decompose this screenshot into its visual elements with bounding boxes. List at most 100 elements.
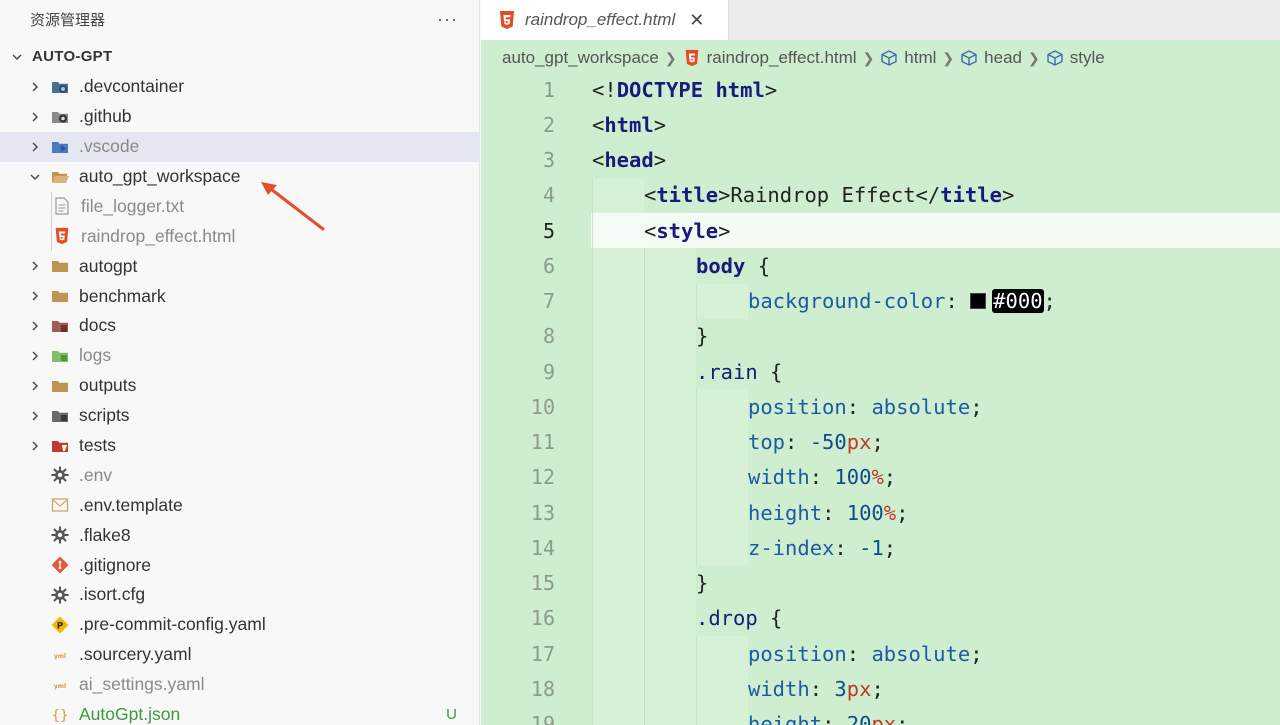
- code-token: %: [871, 465, 884, 490]
- indent-guide: [696, 389, 748, 425]
- line-number: 8: [542, 324, 555, 349]
- code-line[interactable]: 8}: [481, 318, 1280, 354]
- breadcrumb-item[interactable]: raindrop_effect.html: [707, 48, 857, 68]
- vscode-folder-icon: [50, 137, 70, 157]
- tree-file[interactable]: P .pre-commit-config.yaml: [0, 610, 479, 640]
- code-line[interactable]: 12 width: 100%;: [481, 459, 1280, 495]
- code-token: position: [748, 641, 847, 666]
- tree-folder[interactable]: tests: [0, 431, 479, 461]
- line-number: 12: [530, 465, 555, 490]
- folder-open-icon: [50, 167, 70, 187]
- chevron-right-icon: [28, 80, 42, 94]
- tree-file[interactable]: .flake8: [0, 520, 479, 550]
- code-line[interactable]: 9 .rain {: [481, 354, 1280, 390]
- workspace-root[interactable]: AUTO-GPT: [0, 42, 479, 72]
- breadcrumb: auto_gpt_workspace ❯ raindrop_effect.html ❯…: [502, 44, 1105, 72]
- code-line[interactable]: 11 top: -50px;: [481, 424, 1280, 460]
- text-file-icon: [52, 196, 72, 216]
- chevron-right-icon: [28, 110, 42, 124]
- tree-folder[interactable]: scripts: [0, 401, 479, 431]
- color-swatch-icon[interactable]: [970, 293, 987, 310]
- code-line[interactable]: 4 <title>Raindrop Effect</title>: [481, 177, 1280, 213]
- indent-guide: [644, 389, 696, 425]
- breadcrumb-item[interactable]: auto_gpt_workspace: [502, 48, 659, 68]
- breadcrumb-item[interactable]: html: [904, 48, 936, 68]
- close-icon[interactable]: ✕: [689, 10, 704, 31]
- tree-folder[interactable]: auto_gpt_workspace: [0, 162, 479, 192]
- html5-icon: [683, 49, 701, 67]
- tree-file[interactable]: .env.template: [0, 490, 479, 520]
- code-text: width: 100%;: [748, 465, 896, 489]
- code-line[interactable]: 3 <head>: [481, 143, 1280, 178]
- indent-guide: [644, 530, 696, 566]
- chevron-right-icon: [28, 379, 42, 393]
- code-line[interactable]: 18 width: 3px;: [481, 671, 1280, 707]
- code-line[interactable]: 2 <html>: [481, 107, 1280, 142]
- tree-item-label: .devcontainer: [79, 76, 185, 97]
- code-token: -50: [809, 430, 847, 455]
- indent-guide: [592, 671, 644, 707]
- editor-area: raindrop_effect.html ✕ auto_gpt_workspac…: [481, 0, 1280, 725]
- code-token: :: [822, 500, 847, 525]
- tree-item-label: .env.template: [79, 494, 183, 515]
- code-token: {: [745, 253, 771, 278]
- breadcrumb-item[interactable]: style: [1070, 48, 1105, 68]
- code-line[interactable]: 16 .drop {: [481, 600, 1280, 636]
- indent-guide: [696, 671, 748, 707]
- tree-file[interactable]: raindrop_effect.html: [0, 221, 479, 251]
- tree-folder[interactable]: benchmark: [0, 281, 479, 311]
- code-line[interactable]: 19 height: 20px;: [481, 706, 1280, 725]
- code-token: >: [653, 112, 667, 137]
- line-number: 14: [530, 535, 555, 560]
- code-line[interactable]: 17 position: absolute;: [481, 636, 1280, 672]
- code-token: html: [715, 77, 765, 102]
- code-token: :: [785, 430, 810, 455]
- tree-file[interactable]: {} AutoGpt.json U: [0, 700, 479, 725]
- code-line[interactable]: 5 <style>: [481, 213, 1280, 249]
- tree-folder[interactable]: autogpt: [0, 251, 479, 281]
- indent-guide: [696, 636, 748, 672]
- tree-file[interactable]: file_logger.txt: [0, 191, 479, 221]
- code-token: ;: [970, 641, 983, 666]
- indent-guide: [644, 671, 696, 707]
- line-number: 7: [542, 289, 555, 314]
- code-line[interactable]: 15}: [481, 565, 1280, 601]
- code-token: body: [696, 253, 746, 278]
- indent-guide: [696, 495, 748, 531]
- tree-file[interactable]: yml ai_settings.yaml: [0, 670, 479, 700]
- more-actions-button[interactable]: ···: [437, 9, 458, 30]
- tree-file[interactable]: .isort.cfg: [0, 580, 479, 610]
- code-line[interactable]: 6 body {: [481, 248, 1280, 284]
- gear-icon: [50, 525, 70, 545]
- tree-folder[interactable]: .devcontainer: [0, 72, 479, 102]
- code-text: .drop {: [696, 606, 782, 630]
- breadcrumb-item[interactable]: head: [984, 48, 1022, 68]
- tree-file[interactable]: .env: [0, 460, 479, 490]
- tree-file[interactable]: yml .sourcery.yaml: [0, 640, 479, 670]
- tree-file[interactable]: .gitignore: [0, 550, 479, 580]
- tree-folder[interactable]: docs: [0, 311, 479, 341]
- code-editor[interactable]: 1 <!DOCTYPE html> 2 <html> 3 <head> 4 <title>Ra…: [481, 72, 1280, 725]
- tree-folder[interactable]: .vscode: [0, 131, 479, 162]
- code-line[interactable]: 1 <!DOCTYPE html>: [481, 72, 1280, 107]
- tree-folder[interactable]: outputs: [0, 371, 479, 401]
- code-line[interactable]: 7 background-color: #000;: [481, 283, 1280, 319]
- tree-folder[interactable]: .github: [0, 102, 479, 132]
- code-token: px: [846, 430, 872, 455]
- code-line[interactable]: 13 height: 100%;: [481, 495, 1280, 531]
- code-line[interactable]: 14 z-index: -1;: [481, 530, 1280, 566]
- line-number: 9: [542, 359, 555, 384]
- code-line[interactable]: 10 position: absolute;: [481, 389, 1280, 425]
- tree-folder[interactable]: logs: [0, 341, 479, 371]
- line-number: 3: [542, 148, 555, 173]
- line-number: 13: [530, 500, 555, 525]
- code-token: 100: [834, 465, 872, 490]
- indent-guide: [592, 565, 644, 601]
- indent-guide: [592, 318, 644, 354]
- indent-guide: [644, 283, 696, 319]
- tab-raindrop-effect[interactable]: raindrop_effect.html ✕: [481, 0, 729, 40]
- code-token: html: [604, 112, 654, 137]
- code-token: :: [834, 535, 860, 560]
- pre-commit-icon: P: [50, 615, 70, 635]
